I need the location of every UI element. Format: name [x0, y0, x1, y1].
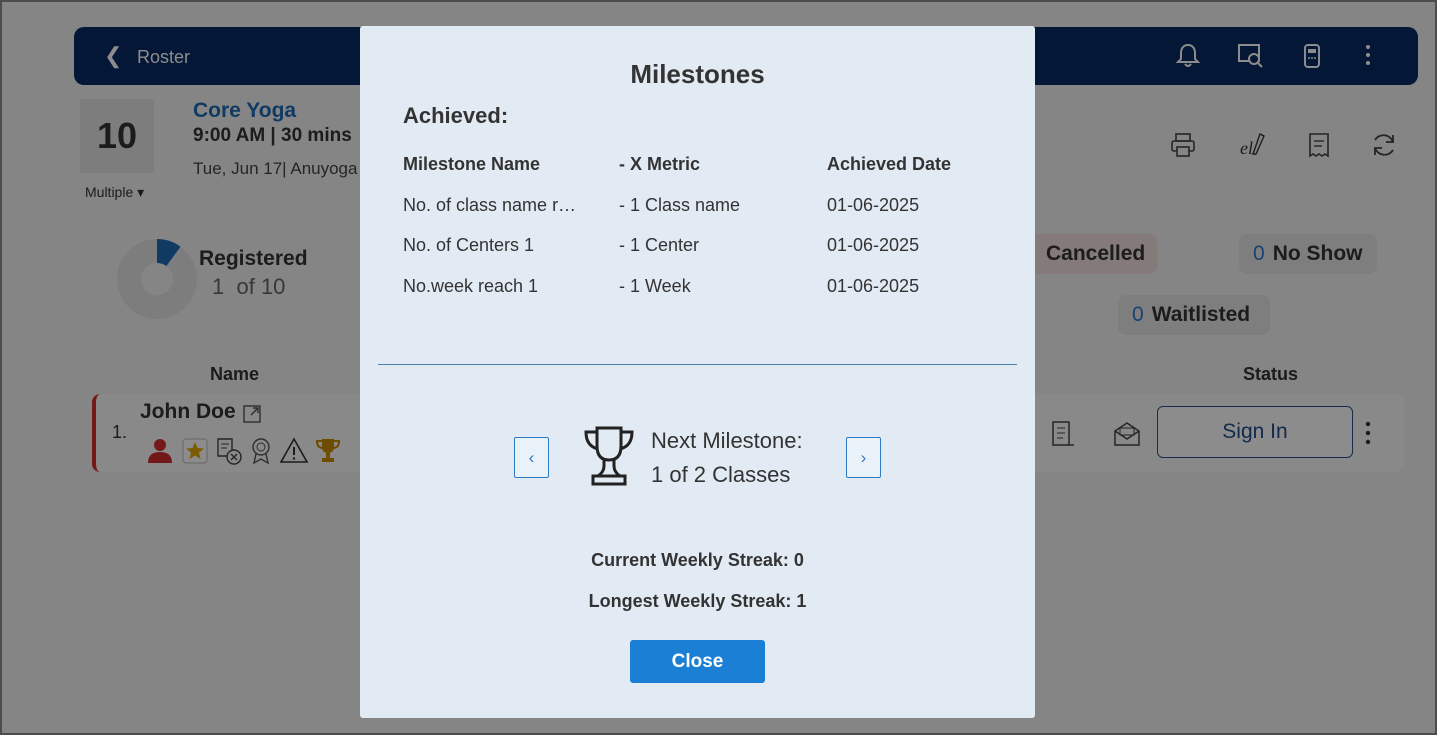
- milestone-metric: - 1 Week: [619, 276, 691, 296]
- longest-weekly-streak: Longest Weekly Streak: 1: [588, 591, 807, 611]
- milestone-name: No. of Centers 1: [403, 235, 535, 255]
- column-header-metric: - X Metric: [619, 154, 701, 174]
- milestone-date: 01-06-2025: [827, 195, 920, 215]
- close-button[interactable]: Close: [630, 640, 765, 683]
- next-milestone-button[interactable]: ›: [846, 437, 881, 478]
- milestones-modal: Milestones Achieved: Milestone Name - X …: [360, 26, 1035, 718]
- milestone-date: 01-06-2025: [827, 276, 920, 296]
- section-divider: [378, 364, 1017, 365]
- milestone-metric: - 1 Center: [619, 235, 700, 255]
- prev-milestone-button[interactable]: ‹: [514, 437, 549, 478]
- trophy-icon: [584, 426, 634, 486]
- modal-title: Milestones: [630, 59, 765, 89]
- chevron-right-icon: ›: [860, 447, 867, 467]
- milestone-name: No.week reach 1: [403, 276, 539, 296]
- next-milestone-value: 1 of 2 Classes: [651, 462, 791, 487]
- milestone-name: No. of class name r…: [403, 195, 577, 215]
- next-milestone-label: Next Milestone:: [651, 428, 803, 453]
- achieved-label: Achieved:: [403, 103, 509, 128]
- current-weekly-streak: Current Weekly Streak: 0: [591, 550, 804, 570]
- column-header-milestone-name: Milestone Name: [403, 154, 541, 174]
- milestone-date: 01-06-2025: [827, 235, 920, 255]
- milestone-metric: - 1 Class name: [619, 195, 741, 215]
- column-header-achieved-date: Achieved Date: [827, 154, 952, 174]
- chevron-left-icon: ‹: [528, 447, 535, 467]
